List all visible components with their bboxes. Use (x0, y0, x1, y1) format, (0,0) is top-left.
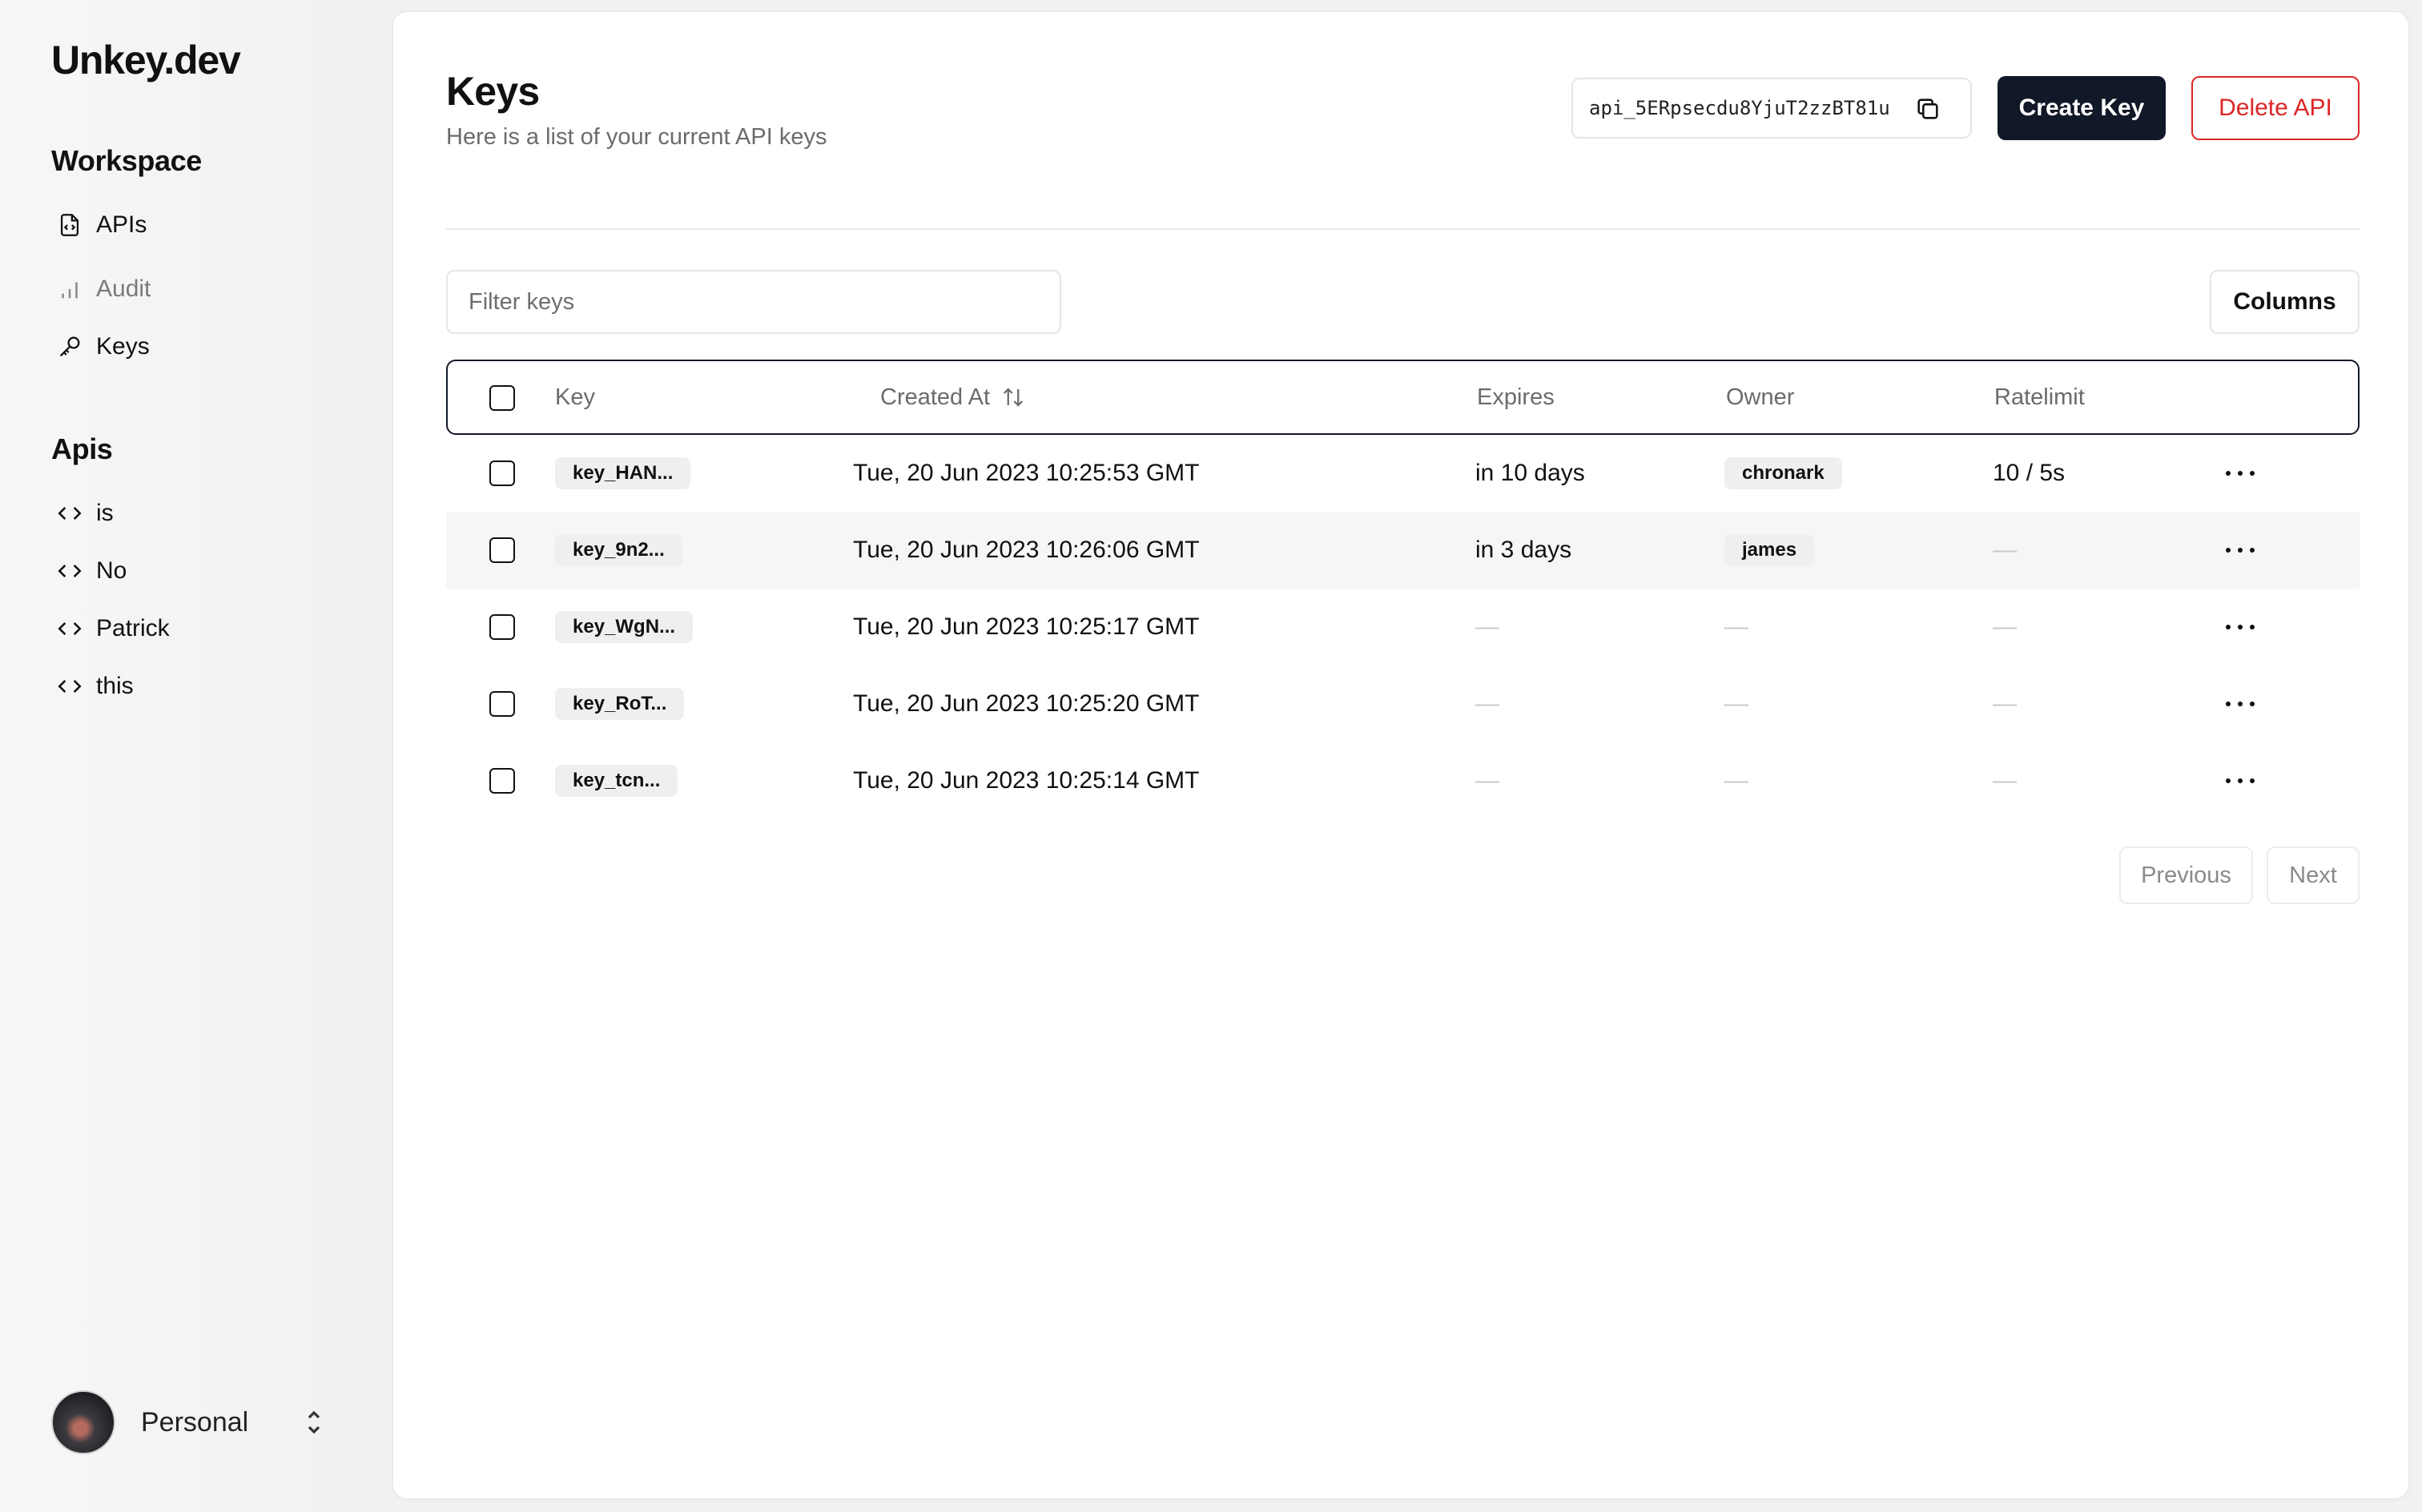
key-id-chip[interactable]: key_tcn... (555, 765, 678, 797)
expires-cell: in 3 days (1475, 537, 1572, 563)
table-row[interactable]: key_9n2... Tue, 20 Jun 2023 10:26:06 GMT… (446, 512, 2360, 589)
main-panel: Keys Here is a list of your current API … (392, 11, 2409, 1499)
column-header-owner: Owner (1726, 384, 1795, 410)
owner-chip: james (1724, 534, 1815, 566)
expires-cell: — (1475, 613, 1499, 640)
ratelimit-cell: 10 / 5s (1993, 460, 2066, 486)
brand-logo[interactable]: Unkey.dev (51, 37, 241, 83)
sidebar-item-api-this[interactable]: this (56, 666, 134, 706)
previous-page-button[interactable]: Previous (2119, 846, 2253, 904)
expires-cell: — (1475, 690, 1499, 717)
sidebar-item-api-no[interactable]: No (56, 551, 127, 591)
column-header-expires: Expires (1477, 384, 1555, 410)
row-checkbox[interactable] (489, 691, 515, 717)
sidebar-item-api-is[interactable]: is (56, 493, 114, 533)
sidebar-item-api-patrick[interactable]: Patrick (56, 609, 170, 649)
row-actions-more-icon[interactable] (2226, 693, 2255, 715)
table-header: Key Created At Expires Owner Ratelimit (446, 360, 2360, 435)
code-icon (58, 565, 82, 577)
created-at-cell: Tue, 20 Jun 2023 10:25:17 GMT (853, 613, 1200, 640)
copy-icon[interactable] (1914, 95, 1941, 123)
column-header-key: Key (555, 384, 595, 410)
workspace-switcher[interactable]: Personal (51, 1390, 340, 1454)
create-key-button[interactable]: Create Key (1998, 76, 2166, 140)
column-header-label: Created At (880, 384, 991, 410)
sidebar-item-label: APIs (96, 211, 147, 238)
file-code-icon (60, 214, 79, 236)
sidebar-item-label: this (96, 673, 134, 699)
chevron-up-down-icon (308, 1410, 320, 1434)
key-id-chip[interactable]: key_WgN... (555, 611, 694, 643)
ratelimit-cell: — (1993, 537, 2017, 563)
row-actions-more-icon[interactable] (2226, 616, 2255, 638)
row-checkbox[interactable] (489, 614, 515, 640)
created-at-cell: Tue, 20 Jun 2023 10:25:14 GMT (853, 767, 1200, 794)
sort-icon (1003, 388, 1024, 407)
table-row[interactable]: key_tcn... Tue, 20 Jun 2023 10:25:14 GMT… (446, 742, 2360, 819)
ratelimit-cell: — (1993, 613, 2017, 640)
expires-cell: — (1475, 767, 1499, 794)
owner-cell: — (1724, 690, 1748, 717)
sidebar-item-keys[interactable]: Keys (56, 327, 150, 367)
column-header-created-at[interactable]: Created At (880, 361, 1025, 433)
api-id-field: api_5ERpsecdu8YjuT2zzBT81u (1571, 78, 1972, 139)
table-row[interactable]: key_RoT... Tue, 20 Jun 2023 10:25:20 GMT… (446, 666, 2360, 742)
page-title: Keys (446, 69, 540, 114)
sidebar: Unkey.dev Workspace APIs Audit Keys Apis… (0, 0, 392, 1512)
ratelimit-cell: — (1993, 767, 2017, 794)
key-id-chip[interactable]: key_HAN... (555, 457, 691, 489)
row-actions-more-icon[interactable] (2226, 770, 2255, 792)
sidebar-item-label: Patrick (96, 615, 170, 641)
api-id-value: api_5ERpsecdu8YjuT2zzBT81u (1589, 97, 1890, 119)
filter-keys-input[interactable] (446, 270, 1061, 334)
sidebar-item-label: Audit (96, 275, 151, 302)
avatar (51, 1390, 115, 1454)
row-actions-more-icon[interactable] (2226, 462, 2255, 485)
row-actions-more-icon[interactable] (2226, 539, 2255, 561)
divider (446, 228, 2360, 230)
ratelimit-cell: — (1993, 690, 2017, 717)
owner-chip: chronark (1724, 457, 1842, 489)
created-at-cell: Tue, 20 Jun 2023 10:25:20 GMT (853, 690, 1200, 717)
code-icon (58, 507, 82, 520)
code-icon (58, 680, 82, 693)
created-at-cell: Tue, 20 Jun 2023 10:25:53 GMT (853, 460, 1200, 486)
row-checkbox[interactable] (489, 460, 515, 486)
sidebar-item-label: is (96, 500, 114, 526)
delete-api-button[interactable]: Delete API (2191, 76, 2360, 140)
apis-section-title: Apis (51, 432, 113, 465)
key-icon (59, 336, 80, 357)
owner-cell: — (1724, 613, 1748, 640)
column-header-ratelimit: Ratelimit (1994, 384, 2085, 410)
sidebar-item-label: Keys (96, 333, 150, 360)
owner-cell: — (1724, 767, 1748, 794)
row-checkbox[interactable] (489, 537, 515, 563)
expires-cell: in 10 days (1475, 460, 1585, 486)
key-id-chip[interactable]: key_9n2... (555, 534, 682, 566)
select-all-checkbox[interactable] (489, 385, 515, 411)
row-checkbox[interactable] (489, 768, 515, 794)
profile-name: Personal (141, 1406, 249, 1438)
table-row[interactable]: key_WgN... Tue, 20 Jun 2023 10:25:17 GMT… (446, 589, 2360, 666)
bar-chart-icon (62, 282, 78, 299)
page-subtitle: Here is a list of your current API keys (446, 124, 827, 150)
sidebar-item-apis[interactable]: APIs (56, 205, 147, 245)
code-icon (58, 622, 82, 635)
table-row[interactable]: key_HAN... Tue, 20 Jun 2023 10:25:53 GMT… (446, 435, 2360, 512)
columns-button[interactable]: Columns (2210, 270, 2360, 334)
key-id-chip[interactable]: key_RoT... (555, 688, 685, 720)
created-at-cell: Tue, 20 Jun 2023 10:26:06 GMT (853, 537, 1200, 563)
next-page-button[interactable]: Next (2267, 846, 2360, 904)
sidebar-item-label: No (96, 557, 127, 584)
workspace-section-title: Workspace (51, 144, 202, 177)
sidebar-item-audit[interactable]: Audit (56, 269, 151, 309)
